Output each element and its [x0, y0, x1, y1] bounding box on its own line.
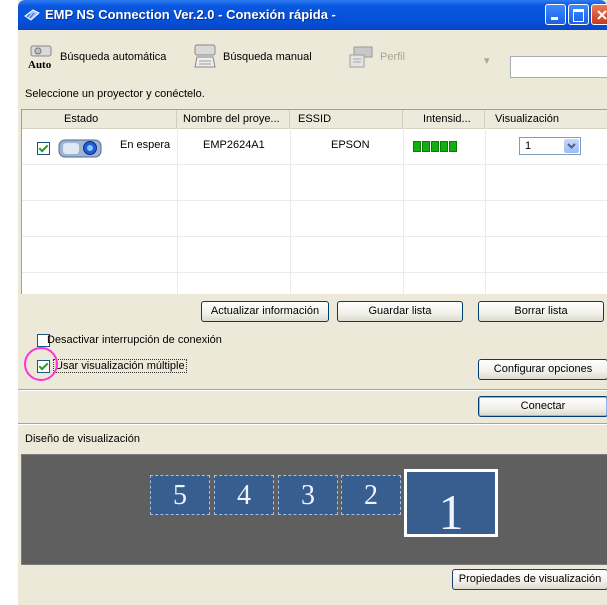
display-layout-area[interactable]: 5 4 3 2 1 — [21, 454, 607, 565]
column-header-essid[interactable]: ESSID — [290, 110, 403, 128]
manual-search-label: Búsqueda manual — [223, 51, 312, 63]
auto-icon-text: Auto — [28, 59, 52, 71]
projector-icon — [58, 139, 102, 158]
auto-search-button[interactable]: Auto Búsqueda automática — [28, 42, 166, 72]
profile-label: Perfil — [380, 51, 406, 63]
instruction-text: Seleccione un proyector y conéctelo. — [25, 88, 205, 100]
app-window: EMP NS Connection Ver.2.0 - Conexión ráp… — [18, 0, 607, 605]
grid-line — [22, 272, 607, 273]
display-properties-button[interactable]: Propiedades de visualización — [452, 569, 607, 590]
dropdown-arrow-button[interactable] — [564, 139, 579, 153]
projector-list[interactable]: Estado Nombre del proye... ESSID Intensi… — [21, 109, 607, 294]
display-tile-2[interactable]: 2 — [341, 475, 401, 515]
grid-line — [22, 164, 607, 165]
signal-bar — [440, 141, 448, 152]
display-tile-5[interactable]: 5 — [150, 475, 210, 515]
app-icon — [24, 9, 40, 21]
profile-icon — [349, 46, 373, 68]
connect-button[interactable]: Conectar — [478, 396, 607, 417]
update-info-button[interactable]: Actualizar información — [201, 301, 329, 322]
maximize-icon — [573, 9, 584, 22]
highlight-circle — [24, 347, 58, 381]
minimize-icon — [551, 17, 558, 20]
manual-search-button[interactable]: Búsqueda manual — [193, 42, 312, 72]
window-title: EMP NS Connection Ver.2.0 - Conexión ráp… — [45, 7, 336, 22]
display-number-value: 1 — [525, 140, 532, 152]
minimize-button[interactable] — [545, 4, 566, 25]
table-row[interactable]: En espera EMP2624A1 EPSON 1 — [22, 128, 607, 164]
profile-select[interactable] — [510, 56, 607, 78]
column-header-display[interactable]: Visualización — [485, 110, 607, 128]
profile-button[interactable]: Perfil — [348, 42, 405, 72]
projector-name: EMP2624A1 — [203, 139, 265, 151]
disable-interrupt-label: Desactivar interrupción de conexión — [47, 334, 222, 346]
close-button[interactable] — [591, 4, 607, 25]
essid-value: EPSON — [331, 139, 370, 151]
column-header-name[interactable]: Nombre del proye... — [177, 110, 290, 128]
display-tile-4[interactable]: 4 — [214, 475, 274, 515]
row-select-checkbox[interactable] — [37, 142, 50, 155]
display-tile-3[interactable]: 3 — [278, 475, 338, 515]
clear-list-button[interactable]: Borrar lista — [478, 301, 604, 322]
title-bar[interactable]: EMP NS Connection Ver.2.0 - Conexión ráp… — [18, 0, 607, 30]
column-header-status[interactable]: Estado — [22, 110, 177, 128]
signal-bar — [431, 141, 439, 152]
list-header: Estado Nombre del proye... ESSID Intensi… — [22, 110, 607, 129]
close-icon — [597, 10, 607, 20]
separator — [18, 424, 607, 425]
save-list-button[interactable]: Guardar lista — [337, 301, 463, 322]
display-tile-1-selected[interactable]: 1 — [404, 469, 498, 540]
grid-line — [22, 236, 607, 237]
chevron-down-icon — [567, 143, 576, 149]
auto-search-label: Búsqueda automática — [60, 51, 167, 63]
multi-display-label: Usar visualización múltiple — [53, 359, 187, 373]
column-header-signal[interactable]: Intensid... — [403, 110, 485, 128]
configure-options-button[interactable]: Configurar opciones — [478, 359, 607, 380]
separator — [18, 390, 607, 391]
toolbar: Auto Búsqueda automática Búsqueda manual… — [18, 30, 607, 86]
grid-line — [22, 200, 607, 201]
auto-search-icon: Auto — [28, 42, 56, 72]
profile-dropdown-icon[interactable]: ▾ — [484, 54, 490, 67]
signal-bar — [422, 141, 430, 152]
display-layout-title: Diseño de visualización — [25, 433, 140, 445]
signal-bar — [413, 141, 421, 152]
manual-search-icon — [194, 44, 216, 68]
display-number-select[interactable]: 1 — [519, 137, 581, 155]
status-text: En espera — [120, 139, 171, 151]
signal-strength-indicator — [413, 141, 457, 152]
maximize-button[interactable] — [568, 4, 589, 25]
signal-bar — [449, 141, 457, 152]
